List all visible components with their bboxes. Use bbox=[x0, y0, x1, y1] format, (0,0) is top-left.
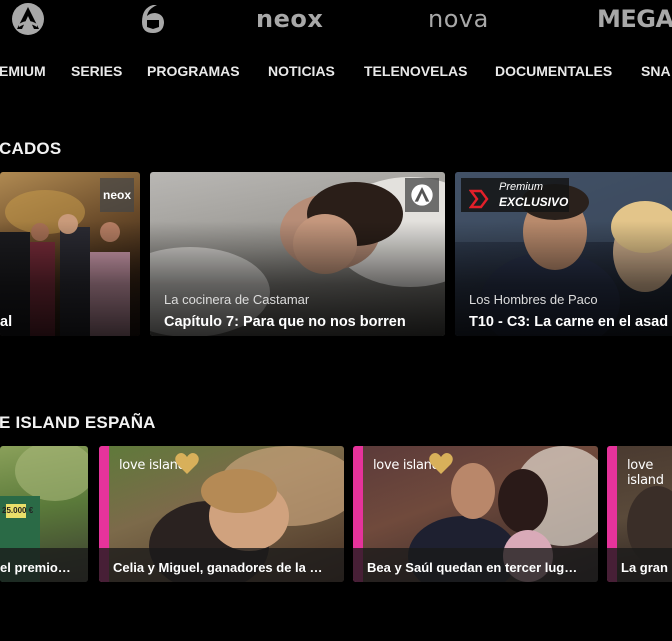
antena3-icon bbox=[12, 3, 44, 35]
neox-badge-label: neox bbox=[102, 188, 131, 202]
card-subtitle: Los Hombres de Paco bbox=[469, 292, 598, 307]
card-title: Celia y Miguel, ganadores de la … bbox=[113, 560, 323, 575]
featured-card-2[interactable]: La cocinera de Castamar Capítulo 7: Para… bbox=[150, 172, 445, 336]
nav-item-documentales[interactable]: DOCUMENTALES bbox=[495, 63, 612, 79]
heart-icon bbox=[175, 453, 199, 474]
nav-item-premium[interactable]: EMIUM bbox=[0, 63, 46, 79]
mega-logo[interactable]: MEGA bbox=[597, 2, 672, 36]
featured-card-1[interactable]: neox al bbox=[0, 172, 140, 336]
lasexta-icon bbox=[142, 5, 164, 33]
nav-item-snacks[interactable]: SNA bbox=[641, 63, 671, 79]
exclusive-arrow-icon bbox=[469, 189, 489, 209]
loveisland-card-3[interactable]: love island Bea y Saúl quedan en tercer … bbox=[353, 446, 598, 582]
loveisland-card-1[interactable]: 25.000 € el premio… bbox=[0, 446, 88, 582]
loveisland-logo: love island bbox=[627, 458, 664, 488]
loveisland-card-2[interactable]: love island Celia y Miguel, ganadores de… bbox=[99, 446, 344, 582]
premium-label: Premium bbox=[499, 181, 544, 193]
nav-item-programas[interactable]: PROGRAMAS bbox=[147, 63, 240, 79]
nav-item-noticias[interactable]: NOTICIAS bbox=[268, 63, 335, 79]
card-title: La gran c bbox=[621, 560, 672, 575]
card-title: T10 - C3: La carne en el asad bbox=[469, 314, 669, 330]
antena3-icon bbox=[411, 184, 433, 206]
heart-icon bbox=[429, 453, 453, 474]
neox-logo[interactable]: neox bbox=[256, 2, 323, 36]
antena3-logo[interactable] bbox=[10, 2, 46, 36]
card-title: al bbox=[0, 314, 13, 330]
main-nav: EMIUM SERIES PROGRAMAS NOTICIAS TELENOVE… bbox=[0, 63, 672, 79]
loveisland-card-4[interactable]: love island La gran c bbox=[607, 446, 672, 582]
section-title-loveisland: E ISLAND ESPAÑA bbox=[0, 413, 156, 432]
featured-card-3[interactable]: Premium EXCLUSIVO Los Hombres de Paco T1… bbox=[455, 172, 672, 336]
card-subtitle: La cocinera de Castamar bbox=[164, 292, 310, 307]
card-title: Capítulo 7: Para que no nos borren bbox=[164, 314, 406, 330]
channel-badge bbox=[405, 178, 439, 212]
premium-exclusive-badge: Premium EXCLUSIVO bbox=[461, 178, 569, 212]
section-title-featured: CADOS bbox=[0, 139, 62, 158]
channel-bar: neox nova MEGA bbox=[0, 0, 672, 40]
exclusive-label: EXCLUSIVO bbox=[499, 195, 569, 209]
lasexta-logo[interactable] bbox=[139, 2, 167, 36]
nav-item-telenovelas[interactable]: TELENOVELAS bbox=[364, 63, 467, 79]
channel-badge: neox bbox=[100, 178, 134, 212]
nova-logo[interactable]: nova bbox=[428, 2, 489, 36]
card-gradient bbox=[0, 221, 140, 336]
card-title: el premio… bbox=[0, 560, 71, 575]
card-title: Bea y Saúl quedan en tercer lug… bbox=[367, 560, 578, 575]
nav-item-series[interactable]: SERIES bbox=[71, 63, 122, 79]
prize-tag: 25.000 € bbox=[2, 506, 34, 515]
